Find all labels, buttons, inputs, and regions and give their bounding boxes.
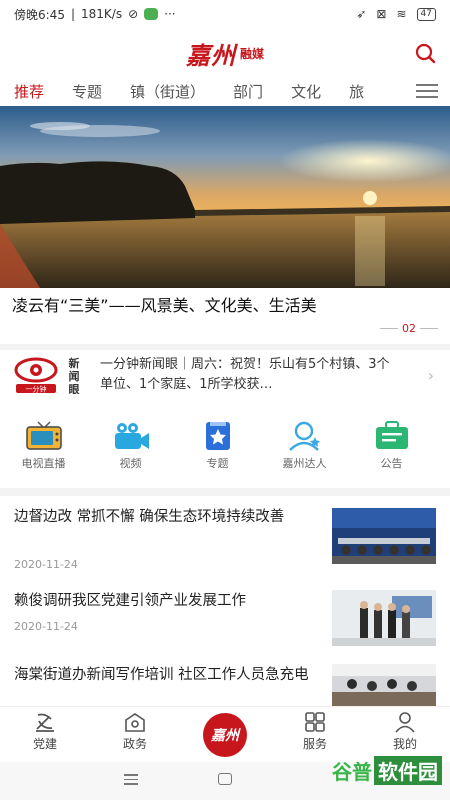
- grid-icon: [305, 712, 325, 732]
- wechat-icon: [144, 8, 159, 20]
- tab-recommend[interactable]: 推荐: [0, 81, 58, 108]
- tv-icon: [25, 421, 62, 450]
- home-button-icon[interactable]: [218, 773, 232, 785]
- quick-notice[interactable]: 公告: [348, 420, 435, 480]
- quick-topics[interactable]: 专题: [174, 420, 261, 480]
- tab-towns[interactable]: 镇（街道）: [116, 81, 219, 102]
- tabbar-home[interactable]: 嘉州: [180, 707, 270, 759]
- no-sim-icon: ⊠: [376, 7, 387, 21]
- quick-video-label: 视频: [119, 457, 142, 470]
- news-eye-headline[interactable]: 一分钟新闻眼｜周六：祝贺！乐山有5个村镇、3个单位、1个家庭、1所学校获…: [100, 355, 400, 395]
- app-logo-sub: 融媒: [239, 46, 264, 61]
- search-icon[interactable]: [414, 42, 436, 64]
- chevron-right-icon[interactable]: ›: [428, 366, 434, 385]
- tabbar-profile-label: 我的: [392, 737, 417, 751]
- news-eye-logo[interactable]: 一分钟 新 闻 眼: [12, 354, 90, 394]
- tabbar-profile[interactable]: 我的: [360, 707, 450, 759]
- article-date: 2020-11-24: [14, 620, 78, 633]
- status-dots: ···: [164, 7, 176, 21]
- status-bar: 傍晚6:45 | 181K/s ⊘ ··· ➶ ⊠ ≋ 47: [0, 0, 450, 28]
- status-speed: 181K/s: [81, 7, 123, 21]
- app-logo: 嘉州: [185, 40, 236, 70]
- banner-image[interactable]: [0, 106, 450, 288]
- watermark-brand: 谷普: [332, 760, 372, 784]
- banner-page-number: 02: [402, 322, 416, 335]
- tabbar-party[interactable]: 党建: [0, 707, 90, 759]
- mute-icon: ⊘: [128, 7, 139, 21]
- article-title[interactable]: 赖俊调研我区党建引领产业发展工作: [14, 590, 314, 612]
- battery-icon: 47: [416, 7, 436, 21]
- wifi-icon: ≋: [396, 7, 407, 21]
- tab-travel[interactable]: 旅: [335, 81, 378, 102]
- bottom-tab-bar: 党建 政务 嘉州 服务 我的: [0, 706, 450, 759]
- article-item[interactable]: 边督边改 常抓不懈 确保生态环境持续改善 2020-11-24: [14, 506, 436, 578]
- quick-video[interactable]: 视频: [87, 420, 174, 480]
- section-divider: [0, 488, 450, 496]
- tabbar-services-label: 服务: [302, 737, 327, 751]
- section-divider: [0, 344, 450, 350]
- video-camera-icon: [114, 423, 149, 449]
- category-tabs: 推荐 专题 镇（街道） 部门 文化 旅: [0, 76, 450, 108]
- svg-text:眼: 眼: [69, 383, 80, 394]
- article-title[interactable]: 边督边改 常抓不懈 确保生态环境持续改善: [14, 506, 314, 528]
- svg-text:新: 新: [69, 356, 80, 370]
- tab-culture[interactable]: 文化: [277, 81, 335, 102]
- article-thumbnail[interactable]: [332, 508, 436, 564]
- tabbar-party-label: 党建: [32, 737, 57, 751]
- article-title[interactable]: 海棠街道办新闻写作培训 社区工作人员急充电: [14, 664, 314, 686]
- location-icon: ➶: [356, 7, 367, 21]
- person-star-icon: [288, 421, 320, 451]
- home-logo-icon: 嘉州: [203, 713, 247, 757]
- quick-talent[interactable]: 嘉州达人: [261, 420, 348, 480]
- article-thumbnail[interactable]: [332, 664, 436, 706]
- article-date: 2020-11-24: [14, 558, 78, 571]
- party-icon: [36, 713, 54, 732]
- article-item[interactable]: 赖俊调研我区党建引领产业发展工作 2020-11-24: [14, 590, 436, 650]
- tab-departments[interactable]: 部门: [219, 81, 277, 102]
- status-time: 傍晚6:45: [14, 7, 65, 22]
- star-book-icon: [205, 422, 230, 450]
- watermark: 谷普 软件园: [332, 756, 442, 785]
- tabbar-services[interactable]: 服务: [270, 707, 360, 759]
- government-icon: [125, 713, 145, 732]
- quick-entries: 电视直播 视频 专题 嘉州达人 公告: [0, 420, 450, 480]
- tabbar-government[interactable]: 政务: [90, 707, 180, 759]
- recents-icon[interactable]: [124, 774, 138, 788]
- tab-topics[interactable]: 专题: [58, 81, 116, 102]
- menu-icon[interactable]: [416, 84, 438, 98]
- watermark-site: 软件园: [374, 756, 442, 785]
- news-eye-sub: 一分钟: [26, 385, 47, 394]
- quick-topics-label: 专题: [206, 457, 229, 470]
- tabbar-government-label: 政务: [122, 737, 147, 751]
- quick-notice-label: 公告: [380, 457, 403, 470]
- svg-text:闻: 闻: [69, 369, 80, 383]
- banner-caption[interactable]: 凌云有“三美”——风景美、文化美、生活美: [12, 292, 317, 316]
- quick-talent-label: 嘉州达人: [282, 457, 327, 470]
- notice-bag-icon: [375, 421, 408, 449]
- app-header: 嘉州 融媒: [0, 30, 450, 76]
- article-item[interactable]: 海棠街道办新闻写作培训 社区工作人员急充电: [14, 664, 436, 706]
- user-icon: [395, 712, 415, 733]
- banner-pager: 02: [380, 322, 438, 335]
- article-thumbnail[interactable]: [332, 590, 436, 646]
- quick-tv-live[interactable]: 电视直播: [0, 420, 87, 480]
- quick-tv-live-label: 电视直播: [21, 457, 66, 470]
